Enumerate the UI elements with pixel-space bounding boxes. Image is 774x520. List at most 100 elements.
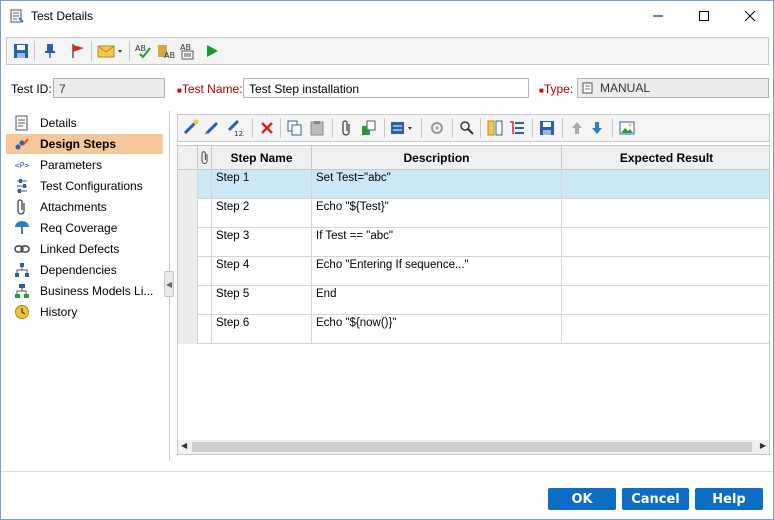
design-steps-icon [14,136,30,152]
linked-defects-icon [14,241,30,257]
save-icon[interactable] [12,42,30,60]
expected-result-cell[interactable] [562,170,769,199]
generate-script-icon[interactable] [390,119,416,137]
sidebar-item-label: Business Models Li... [40,284,154,298]
scroll-right-icon[interactable]: ▶ [760,441,766,450]
attachment-cell [198,286,212,315]
expected-result-cell[interactable] [562,257,769,286]
step-name-cell[interactable]: Step 2 [212,199,312,228]
description-cell[interactable]: Echo "Entering If sequence..." [312,257,562,286]
thesaurus-icon[interactable]: AB [157,42,175,60]
sidebar-item-test-configurations[interactable]: Test Configurations [6,176,163,196]
table-row[interactable]: Step 3 If Test == "abc" [178,228,769,257]
sidebar-item-design-steps[interactable]: Design Steps [6,134,163,154]
sidebar-item-details[interactable]: Details [6,113,163,133]
description-cell[interactable]: Echo "${now()}" [312,315,562,344]
view-icon[interactable] [618,119,636,137]
table-row[interactable]: Step 4 Echo "Entering If sequence..." [178,257,769,286]
description-cell[interactable]: If Test == "abc" [312,228,562,257]
window-title: Test Details [31,9,94,23]
test-configurations-icon [14,178,30,194]
spell-check-icon[interactable]: AB [135,42,153,60]
table-row[interactable]: Step 5 End [178,286,769,315]
sidebar-item-label: Linked Defects [40,242,120,256]
test-name-field[interactable]: Test Step installation [243,78,529,98]
renumber-steps-icon[interactable]: 123 [226,119,244,137]
sort-icon[interactable] [508,119,526,137]
step-name-cell[interactable]: Step 1 [212,170,312,199]
copy-icon[interactable] [286,119,304,137]
find-icon[interactable] [458,119,476,137]
expected-result-cell[interactable] [562,199,769,228]
test-name-label-wrap: ■Test Name: [177,82,243,96]
description-cell[interactable]: End [312,286,562,315]
expected-result-cell[interactable] [562,315,769,344]
cancel-button[interactable]: Cancel [622,488,689,510]
email-icon[interactable] [97,42,125,60]
step-name-cell[interactable]: Step 3 [212,228,312,257]
description-cell[interactable]: Set Test="abc" [312,170,562,199]
table-row[interactable]: Step 6 Echo "${now()}" [178,315,769,344]
step-name-cell[interactable]: Step 5 [212,286,312,315]
footer-divider [1,471,773,472]
row-header[interactable] [178,286,198,315]
scroll-left-icon[interactable]: ◀ [181,441,187,450]
row-header[interactable] [178,199,198,228]
new-step-icon[interactable] [182,119,200,137]
move-up-icon[interactable] [568,119,586,137]
table-row[interactable]: Step 2 Echo "${Test}" [178,199,769,228]
attachment-cell [198,170,212,199]
attachments-icon [14,199,30,215]
step-name-cell[interactable]: Step 4 [212,257,312,286]
sidebar-item-label: Req Coverage [40,221,118,235]
sidebar-item-label: Dependencies [40,263,117,277]
save-steps-icon[interactable] [538,119,556,137]
row-header[interactable] [178,228,198,257]
run-icon[interactable] [203,42,221,60]
step-name-cell[interactable]: Step 6 [212,315,312,344]
sidebar-item-business-models[interactable]: Business Models Li... [6,281,163,301]
horizontal-scrollbar[interactable]: ◀ ▶ [178,440,769,454]
collapse-sidebar-icon[interactable]: ◀ [164,271,174,297]
row-header[interactable] [178,315,198,344]
svg-text:AB: AB [135,44,146,53]
select-columns-icon[interactable] [486,119,504,137]
sidebar-item-parameters[interactable]: <P> Parameters [6,155,163,175]
ok-button[interactable]: OK [548,488,616,510]
column-header-description[interactable]: Description [312,146,562,170]
table-row[interactable]: Step 1 Set Test="abc" [178,170,769,199]
delete-icon[interactable] [258,119,276,137]
sidebar-nav: Details Design Steps <P> Parameters Test… [6,111,168,463]
sidebar-item-dependencies[interactable]: Dependencies [6,260,163,280]
manual-test-icon [582,82,594,94]
help-button[interactable]: Help [695,488,763,510]
column-header-step-name[interactable]: Step Name [212,146,312,170]
call-to-test-icon[interactable] [360,119,378,137]
paperclip-icon[interactable] [198,146,212,170]
description-cell[interactable]: Echo "${Test}" [312,199,562,228]
row-header[interactable] [178,170,198,199]
sidebar-item-req-coverage[interactable]: Req Coverage [6,218,163,238]
minimize-icon[interactable] [635,1,681,31]
close-icon[interactable] [727,1,773,31]
column-header-expected-result[interactable]: Expected Result [562,146,769,170]
expected-result-cell[interactable] [562,228,769,257]
svg-text:AB: AB [164,51,175,60]
move-down-icon[interactable] [588,119,606,137]
sidebar-item-linked-defects[interactable]: Linked Defects [6,239,163,259]
expected-result-cell[interactable] [562,286,769,315]
attachment-cell [198,315,212,344]
sidebar-item-attachments[interactable]: Attachments [6,197,163,217]
flag-icon[interactable] [69,42,87,60]
test-details-window: Test Details AB AB AB Test ID: 7 ■Test N… [0,0,774,520]
paste-icon[interactable] [308,119,326,137]
sidebar-item-history[interactable]: History [6,302,163,322]
maximize-icon[interactable] [681,1,727,31]
row-header[interactable] [178,257,198,286]
pin-icon[interactable] [41,42,59,60]
edit-step-icon[interactable] [204,119,222,137]
attachment-icon[interactable] [338,119,356,137]
scrollbar-thumb[interactable] [192,442,752,452]
spelling-options-icon[interactable]: AB [179,42,197,60]
parameters-icon[interactable] [428,119,446,137]
